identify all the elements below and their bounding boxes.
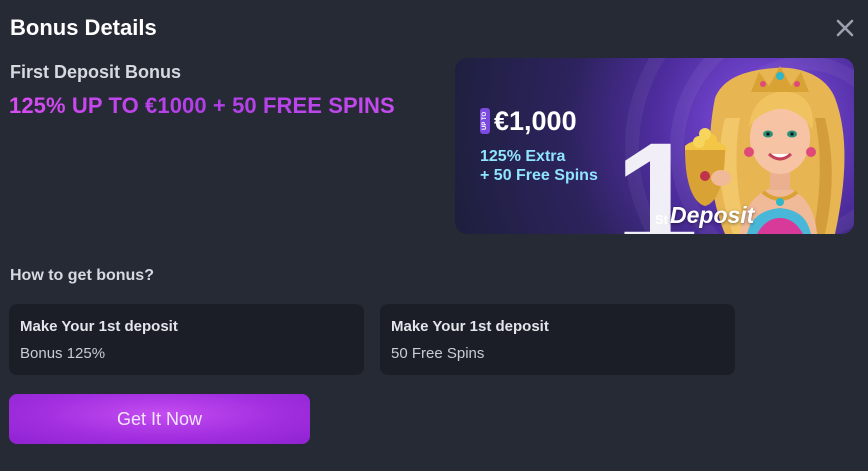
up-to-badge: UP TO: [480, 108, 490, 134]
modal-title: Bonus Details: [10, 15, 157, 40]
banner-extra-line: 125% Extra: [480, 148, 566, 165]
banner-extra-line: + 50 Free Spins: [480, 167, 598, 184]
step-card: Make Your 1st deposit 50 Free Spins: [380, 304, 735, 375]
bonus-name: First Deposit Bonus: [10, 62, 182, 82]
banner-amount: €1,000: [494, 106, 577, 136]
banner-extra: 125% Extra + 50 Free Spins: [480, 147, 598, 185]
get-it-now-button[interactable]: Get It Now: [9, 394, 310, 444]
close-button[interactable]: [834, 17, 856, 39]
bonus-banner: 1 UP TO €1,000 125% Extra + 50 Free Spin…: [455, 58, 854, 234]
step-title: Make Your 1st deposit: [20, 318, 178, 335]
step-value: 50 Free Spins: [391, 345, 485, 362]
bonus-offer-headline: 125% UP TO €1000 + 50 FREE SPINS: [9, 93, 395, 118]
close-icon[interactable]: [834, 17, 856, 39]
banner-ordinal: St: [655, 212, 668, 227]
banner-deposit-word: Deposit: [670, 202, 755, 228]
step-card: Make Your 1st deposit Bonus 125%: [9, 304, 364, 375]
step-title: Make Your 1st deposit: [391, 318, 549, 335]
step-value: Bonus 125%: [20, 345, 106, 362]
how-to-title: How to get bonus?: [10, 267, 154, 284]
